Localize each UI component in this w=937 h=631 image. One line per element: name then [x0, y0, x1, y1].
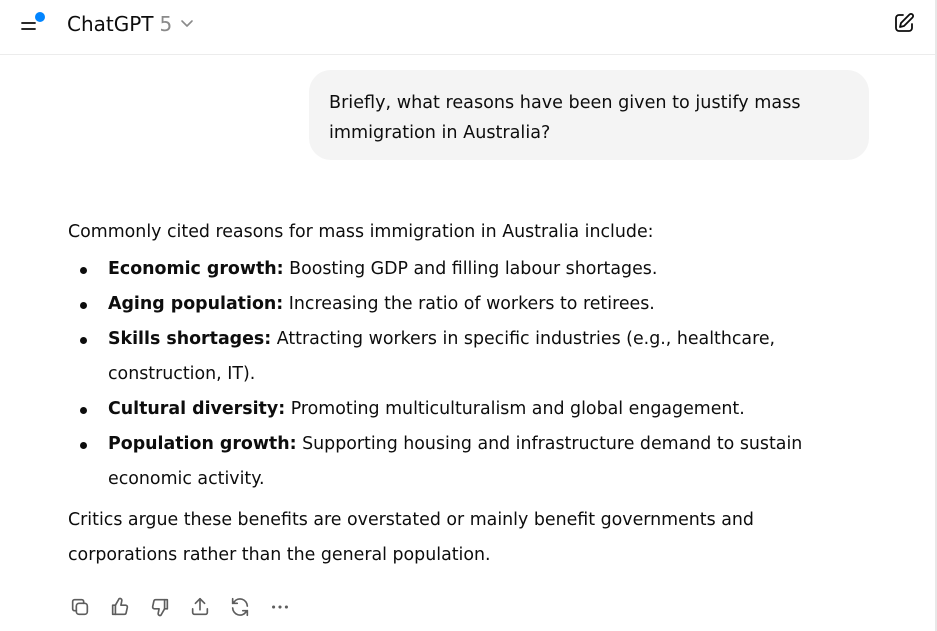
bullet — [80, 442, 87, 449]
sidebar-toggle-button[interactable] — [20, 10, 48, 36]
good-response-button[interactable] — [108, 595, 132, 619]
bad-response-button[interactable] — [148, 595, 172, 619]
item-text: Increasing the ratio of workers to retir… — [283, 294, 655, 314]
regenerate-button[interactable] — [228, 595, 252, 619]
thumbs-up-icon — [111, 597, 129, 616]
answer-closing: Critics argue these benefits are oversta… — [68, 510, 754, 565]
chevron-down-icon — [181, 20, 194, 27]
thumbs-down-icon — [151, 598, 169, 617]
new-chat-icon — [895, 13, 914, 32]
list-item: Cultural diversity: Promoting multicultu… — [68, 392, 828, 427]
list-item: Skills shortages: Attracting workers in … — [68, 322, 828, 392]
model-version: 5 — [159, 12, 173, 36]
share-icon — [191, 597, 209, 616]
bullet — [80, 302, 87, 309]
message-actions — [68, 594, 292, 620]
regenerate-icon — [231, 597, 249, 617]
bullet — [80, 407, 87, 414]
model-selector[interactable]: ChatGPT 5 — [67, 10, 194, 38]
user-message-bubble: Briefly, what reasons have been given to… — [309, 70, 869, 160]
more-button[interactable] — [268, 595, 292, 619]
copy-button[interactable] — [68, 595, 92, 619]
sidebar-menu-icon — [21, 12, 45, 30]
item-title: Aging population: — [108, 294, 284, 314]
reasons-list: Economic growth: Boosting GDP and fillin… — [68, 252, 828, 497]
copy-icon — [71, 598, 89, 616]
bullet — [80, 337, 87, 344]
answer-intro: Commonly cited reasons for mass immigrat… — [68, 222, 654, 242]
item-title: Population growth: — [108, 434, 297, 454]
top-bar: ChatGPT 5 — [0, 0, 937, 55]
bullet — [80, 267, 87, 274]
list-item: Economic growth: Boosting GDP and fillin… — [68, 252, 828, 287]
share-button[interactable] — [188, 595, 212, 619]
item-title: Cultural diversity: — [108, 399, 286, 419]
list-item: Population growth: Supporting housing an… — [68, 427, 828, 497]
item-text: Promoting multiculturalism and global en… — [285, 399, 745, 419]
model-name: ChatGPT — [67, 12, 154, 36]
item-title: Economic growth: — [108, 259, 284, 279]
new-chat-button[interactable] — [892, 11, 916, 35]
more-icon — [272, 605, 288, 609]
list-item: Aging population: Increasing the ratio o… — [68, 287, 828, 322]
assistant-message: Commonly cited reasons for mass immigrat… — [68, 215, 828, 573]
item-text: Boosting GDP and filling labour shortage… — [283, 259, 658, 279]
item-title: Skills shortages: — [108, 329, 272, 349]
